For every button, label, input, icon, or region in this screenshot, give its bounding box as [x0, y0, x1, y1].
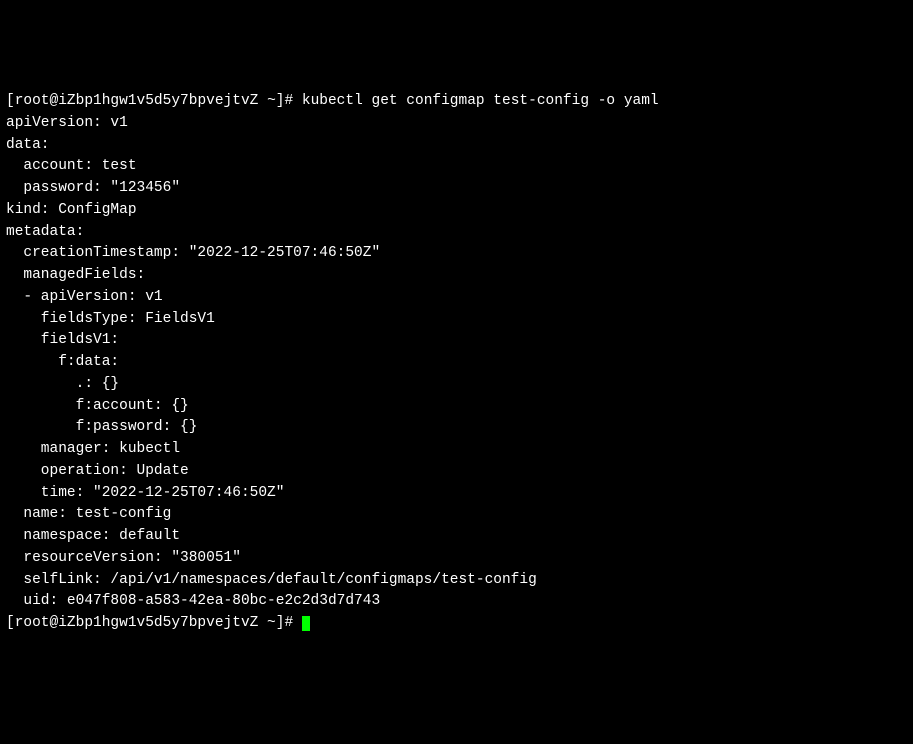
yaml-line: resourceVersion: "380051": [6, 550, 241, 566]
yaml-line: f:account: {}: [6, 398, 189, 414]
prompt-symbol: #: [284, 93, 293, 109]
yaml-line: fieldsV1:: [6, 332, 119, 348]
yaml-key: data:: [6, 137, 50, 153]
yaml-key: metadata:: [6, 224, 84, 240]
prompt-line-2[interactable]: [root@iZbp1hgw1v5d5y7bpvejtvZ ~]#: [6, 615, 310, 631]
yaml-line: operation: Update: [6, 463, 189, 479]
yaml-line: - apiVersion: v1: [6, 289, 163, 305]
yaml-line: selfLink: /api/v1/namespaces/default/con…: [6, 572, 537, 588]
yaml-key: managedFields:: [6, 267, 145, 283]
yaml-line: .: {}: [6, 376, 119, 392]
yaml-line: f:data:: [6, 354, 119, 370]
yaml-line: f:password: {}: [6, 419, 197, 435]
yaml-line: apiVersion: v1: [6, 115, 128, 131]
yaml-val: v1: [102, 115, 128, 131]
yaml-line: namespace: default: [6, 528, 180, 544]
yaml-key: apiVersion:: [6, 115, 102, 131]
command-text: kubectl get configmap test-config -o yam…: [302, 93, 659, 109]
yaml-line: manager: kubectl: [6, 441, 180, 457]
yaml-line: account: test: [6, 158, 137, 174]
yaml-line: time: "2022-12-25T07:46:50Z": [6, 485, 284, 501]
yaml-line: password: "123456": [6, 180, 180, 196]
yaml-line: creationTimestamp: "2022-12-25T07:46:50Z…: [6, 245, 380, 261]
cursor-icon: [302, 616, 310, 631]
yaml-line: name: test-config: [6, 506, 171, 522]
prompt-cwd: ~: [267, 93, 276, 109]
yaml-line: kind: ConfigMap: [6, 202, 137, 218]
prompt-text: [root@iZbp1hgw1v5d5y7bpvejtvZ ~]#: [6, 615, 302, 631]
prompt-host: iZbp1hgw1v5d5y7bpvejtvZ: [58, 93, 258, 109]
yaml-line: fieldsType: FieldsV1: [6, 311, 215, 327]
yaml-line: uid: e047f808-a583-42ea-80bc-e2c2d3d7d74…: [6, 593, 380, 609]
terminal-output: [root@iZbp1hgw1v5d5y7bpvejtvZ ~]# kubect…: [6, 91, 907, 635]
prompt-user: root: [15, 93, 50, 109]
prompt-line-1: [root@iZbp1hgw1v5d5y7bpvejtvZ ~]# kubect…: [6, 93, 659, 109]
